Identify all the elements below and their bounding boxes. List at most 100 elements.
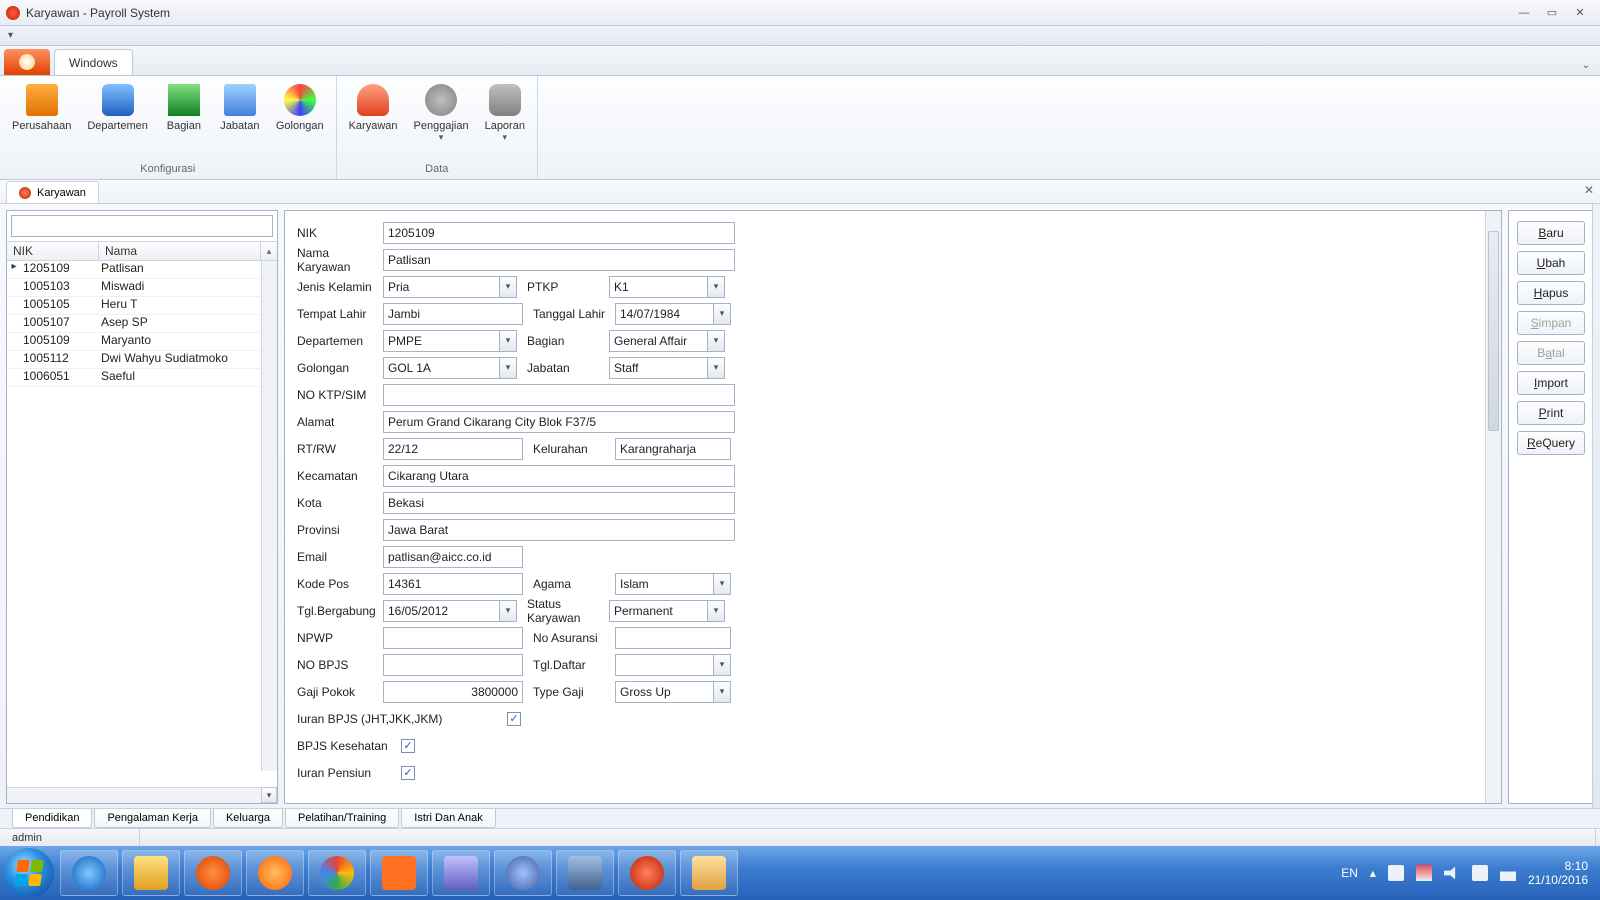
email-field[interactable] [383,546,523,568]
chevron-down-icon[interactable]: ▾ [713,573,731,595]
taskbar-item-xampp[interactable] [370,850,428,896]
table-row[interactable]: 1005107Asep SP [7,315,277,333]
ribbon-collapse-icon[interactable]: ⌄ [1572,55,1600,75]
jenis-kelamin-select[interactable] [383,276,499,298]
taskbar-item-tool3[interactable] [556,850,614,896]
simpan-button[interactable]: Simpan [1517,311,1585,335]
import-button[interactable]: Import [1517,371,1585,395]
detail-tab-pengalaman[interactable]: Pengalaman Kerja [94,809,211,828]
tanggal-lahir-field[interactable] [615,303,713,325]
gaji-pokok-field[interactable] [383,681,523,703]
no-bpjs-field[interactable] [383,654,523,676]
maximize-button[interactable]: ▭ [1538,3,1566,23]
taskbar-item-chrome[interactable] [308,850,366,896]
kota-field[interactable] [383,492,735,514]
baru-button[interactable]: Baru [1517,221,1585,245]
iuran-pensiun-checkbox[interactable]: ✓ [401,766,415,780]
type-gaji-select[interactable] [615,681,713,703]
agama-select[interactable] [615,573,713,595]
table-row[interactable]: 1005112Dwi Wahyu Sudiatmoko [7,351,277,369]
table-row[interactable]: 1005105Heru T [7,297,277,315]
chevron-down-icon[interactable]: ▾ [499,330,517,352]
tray-chevron-up-icon[interactable]: ▴ [1370,866,1376,880]
chevron-down-icon[interactable]: ▾ [707,276,725,298]
hapus-button[interactable]: Hapus [1517,281,1585,305]
departemen-select[interactable] [383,330,499,352]
grid-scroll-down-icon[interactable]: ▾ [261,787,277,803]
ribbon-item-penggajian[interactable]: Penggajian▾ [410,80,473,163]
col-header-nik[interactable]: NIK [7,242,99,260]
chevron-down-icon[interactable]: ▾ [499,276,517,298]
nama-field[interactable] [383,249,735,271]
jabatan-select[interactable] [609,357,707,379]
tray-clock[interactable]: 8:10 21/10/2016 [1528,859,1588,888]
table-row[interactable]: 1005109Maryanto [7,333,277,351]
search-input[interactable] [11,215,273,237]
taskbar-item-ie[interactable] [60,850,118,896]
iuran-bpjs-checkbox[interactable]: ✓ [507,712,521,726]
close-button[interactable]: ✕ [1566,3,1594,23]
ribbon-item-golongan[interactable]: Golongan [272,80,328,163]
taskbar-item-paint[interactable] [680,850,738,896]
kelurahan-field[interactable] [615,438,731,460]
resize-handle[interactable] [1592,204,1600,810]
tray-icon[interactable] [1388,865,1404,881]
ribbon-item-departemen[interactable]: Departemen [83,80,152,163]
alamat-field[interactable] [383,411,735,433]
ribbon-item-bagian[interactable]: Bagian [160,80,208,163]
provinsi-field[interactable] [383,519,735,541]
tray-battery-icon[interactable] [1472,865,1488,881]
document-tab-karyawan[interactable]: Karyawan [6,181,99,203]
status-karyawan-select[interactable] [609,600,707,622]
tgl-bergabung-field[interactable] [383,600,499,622]
ribbon-item-jabatan[interactable]: Jabatan [216,80,264,163]
qat-dropdown-icon[interactable]: ▾ [8,30,22,42]
chevron-down-icon[interactable]: ▾ [713,654,731,676]
detail-tab-pendidikan[interactable]: Pendidikan [12,809,92,828]
table-row[interactable]: ▸1205109Patlisan [7,261,277,279]
no-asuransi-field[interactable] [615,627,731,649]
table-row[interactable]: 1005103Miswadi [7,279,277,297]
tray-flag-icon[interactable] [1416,865,1432,881]
taskbar-item-explorer[interactable] [122,850,180,896]
chevron-down-icon[interactable]: ▾ [713,681,731,703]
taskbar-item-media[interactable] [246,850,304,896]
tray-volume-icon[interactable] [1444,865,1460,881]
chevron-down-icon[interactable]: ▾ [707,600,725,622]
grid-scroll-up-icon[interactable]: ▴ [261,242,277,260]
detail-tab-pelatihan[interactable]: Pelatihan/Training [285,809,399,828]
chevron-down-icon[interactable]: ▾ [707,330,725,352]
detail-tab-keluarga[interactable]: Keluarga [213,809,283,828]
chevron-down-icon[interactable]: ▾ [499,600,517,622]
npwp-field[interactable] [383,627,523,649]
bagian-select[interactable] [609,330,707,352]
kodepos-field[interactable] [383,573,523,595]
taskbar-item-app[interactable] [618,850,676,896]
ktp-field[interactable] [383,384,735,406]
chevron-down-icon[interactable]: ▾ [713,303,731,325]
nik-field[interactable] [383,222,735,244]
golongan-select[interactable] [383,357,499,379]
bpjs-kesehatan-checkbox[interactable]: ✓ [401,739,415,753]
tray-language[interactable]: EN [1341,866,1358,880]
ribbon-item-laporan[interactable]: Laporan▾ [481,80,529,163]
minimize-button[interactable]: — [1510,3,1538,23]
document-tabs-close-icon[interactable]: ✕ [1584,183,1594,197]
taskbar-item-tool2[interactable] [494,850,552,896]
batal-button[interactable]: Batal [1517,341,1585,365]
form-vertical-scrollbar[interactable] [1485,211,1501,803]
start-button[interactable] [4,848,54,898]
ribbon-tab-windows[interactable]: Windows [54,49,133,75]
table-row[interactable]: 1006051Saeful [7,369,277,387]
tempat-lahir-field[interactable] [383,303,523,325]
rtrw-field[interactable] [383,438,523,460]
ribbon-item-karyawan[interactable]: Karyawan [345,80,402,163]
taskbar-item-tool1[interactable] [432,850,490,896]
tray-network-icon[interactable] [1500,865,1516,881]
ptkp-select[interactable] [609,276,707,298]
print-button[interactable]: Print [1517,401,1585,425]
grid-horizontal-scrollbar[interactable] [7,787,261,803]
taskbar-item-firefox[interactable] [184,850,242,896]
chevron-down-icon[interactable]: ▾ [499,357,517,379]
col-header-nama[interactable]: Nama [99,242,261,260]
